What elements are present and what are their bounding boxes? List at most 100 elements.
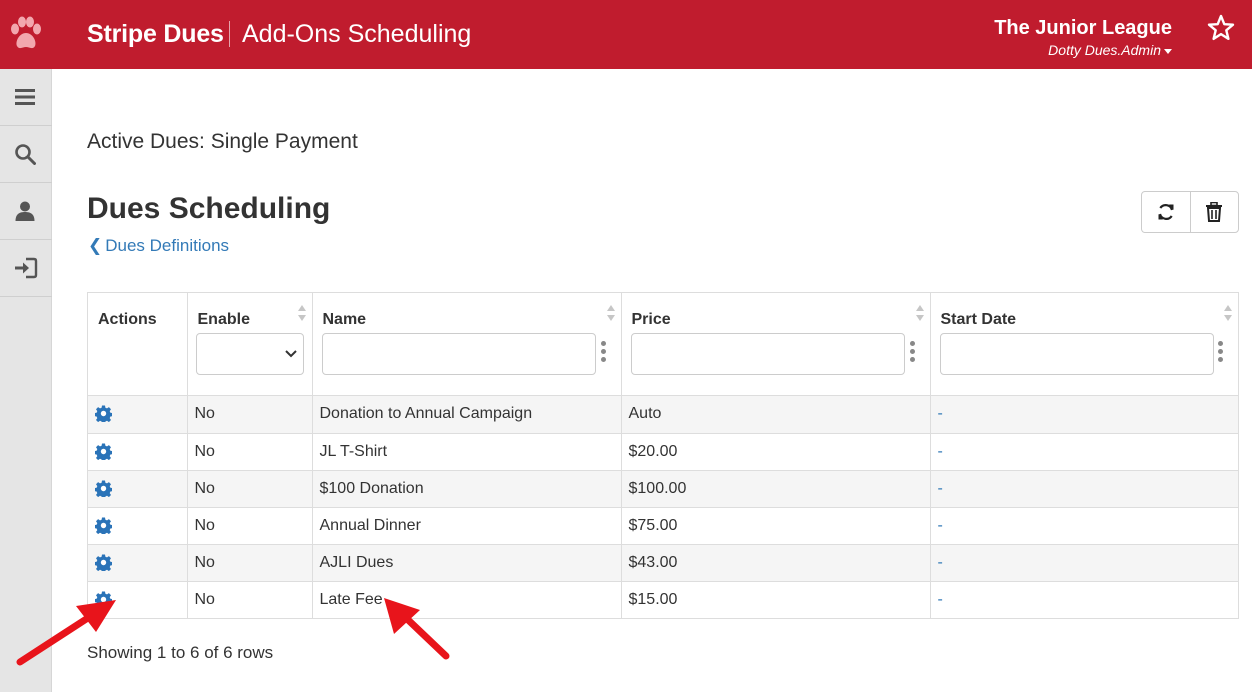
table-row: No AJLI Dues $43.00-: [88, 544, 1238, 582]
name-cell: $100 Donation: [312, 470, 622, 508]
price-cell: $43.00: [621, 544, 931, 582]
chevron-left-icon: ❮: [88, 236, 103, 255]
gear-icon[interactable]: [94, 480, 113, 499]
start-date-cell: -: [930, 395, 1238, 434]
back-to-dues-definitions-link[interactable]: ❮ Dues Definitions: [88, 236, 229, 256]
enable-filter-select[interactable]: [195, 333, 304, 375]
price-cell: $15.00: [621, 581, 931, 618]
column-header-actions: Actions: [88, 293, 188, 396]
column-label: Name: [322, 311, 367, 328]
actions-cell: [88, 544, 188, 582]
name-cell: Late Fee: [312, 581, 622, 618]
gear-icon[interactable]: [94, 443, 113, 462]
trash-icon: [1206, 202, 1223, 222]
actions-cell: [88, 581, 188, 618]
actions-cell: [88, 470, 188, 508]
price-cell: Auto: [621, 395, 931, 434]
gear-icon[interactable]: [94, 554, 113, 573]
active-dues-subtitle: Active Dues: Single Payment: [87, 130, 358, 153]
name-cell: JL T-Shirt: [312, 433, 622, 471]
column-label: Start Date: [940, 311, 1017, 328]
start-date-cell: -: [930, 433, 1238, 471]
start-date-filter-input[interactable]: [939, 333, 1214, 375]
sidebar-logout-button[interactable]: [0, 240, 52, 297]
column-label: Price: [631, 311, 671, 328]
enable-cell: No: [187, 433, 313, 471]
sidebar-search-button[interactable]: [0, 126, 52, 183]
gear-icon[interactable]: [94, 591, 113, 610]
table-row: No Late Fee $15.00-: [88, 581, 1238, 618]
start-date-cell: -: [930, 581, 1238, 618]
kebab-menu-icon[interactable]: [600, 341, 607, 365]
user-name: Dotty Dues.Admin: [1048, 42, 1161, 58]
star-icon[interactable]: [1206, 13, 1236, 43]
sort-icon[interactable]: [915, 305, 924, 323]
name-filter-input[interactable]: [321, 333, 596, 375]
start-date-link[interactable]: -: [938, 591, 943, 608]
pagination-info: Showing 1 to 6 of 6 rows: [87, 643, 274, 662]
user-menu[interactable]: Dotty Dues.Admin: [1048, 42, 1172, 58]
app-name[interactable]: Stripe Dues: [87, 20, 224, 49]
sidebar-profile-button[interactable]: [0, 183, 52, 240]
start-date-cell: -: [930, 544, 1238, 582]
start-date-link[interactable]: -: [938, 480, 943, 497]
search-icon: [15, 144, 36, 165]
gear-icon[interactable]: [94, 517, 113, 536]
sign-out-icon: [15, 257, 38, 279]
enable-cell: No: [187, 470, 313, 508]
section-title: Dues Scheduling: [87, 192, 331, 225]
name-cell: Annual Dinner: [312, 507, 622, 545]
start-date-link[interactable]: -: [938, 517, 943, 534]
kebab-menu-icon[interactable]: [1218, 341, 1224, 365]
kebab-menu-icon[interactable]: [909, 341, 916, 365]
actions-cell: [88, 507, 188, 545]
actions-cell: [88, 433, 188, 471]
name-cell: Donation to Annual Campaign: [312, 395, 622, 434]
table-body: No Donation to Annual Campaign Auto - No JL T…: [88, 395, 1238, 618]
price-cell: $100.00: [621, 470, 931, 508]
header-divider: [229, 21, 230, 47]
column-header-price[interactable]: Price: [621, 293, 931, 396]
top-bar: Stripe Dues Add-Ons Scheduling The Junio…: [0, 0, 1252, 69]
start-date-link[interactable]: -: [938, 443, 943, 460]
delete-button[interactable]: [1189, 192, 1239, 232]
start-date-link[interactable]: -: [938, 405, 943, 422]
sort-icon[interactable]: [1224, 305, 1232, 323]
start-date-cell: -: [930, 470, 1238, 508]
column-header-enable[interactable]: Enable: [187, 293, 313, 396]
column-header-start-date[interactable]: Start Date: [930, 293, 1238, 396]
refresh-button[interactable]: [1142, 192, 1190, 232]
caret-down-icon: [1164, 48, 1172, 54]
start-date-cell: -: [930, 507, 1238, 545]
sort-icon[interactable]: [606, 305, 615, 323]
sort-icon[interactable]: [297, 305, 306, 323]
price-filter-input[interactable]: [630, 333, 905, 375]
table-row: No Annual Dinner $75.00-: [88, 507, 1238, 545]
dues-scheduling-table: Actions Enable Name Price Start Date No …: [87, 292, 1239, 619]
page-title: Add-Ons Scheduling: [242, 20, 472, 48]
gear-icon[interactable]: [94, 405, 113, 424]
table-row: No $100 Donation $100.00-: [88, 470, 1238, 508]
enable-cell: No: [187, 395, 313, 434]
column-label: Enable: [197, 311, 250, 328]
name-cell: AJLI Dues: [312, 544, 622, 582]
enable-cell: No: [187, 507, 313, 545]
back-link-label: Dues Definitions: [105, 236, 230, 255]
sidebar-menu-button[interactable]: [0, 69, 52, 126]
start-date-link[interactable]: -: [938, 554, 943, 571]
paw-icon[interactable]: [9, 14, 43, 54]
sidebar: [0, 69, 52, 692]
hamburger-icon: [15, 89, 35, 105]
column-label: Actions: [98, 311, 157, 328]
column-header-name[interactable]: Name: [312, 293, 622, 396]
enable-cell: No: [187, 544, 313, 582]
refresh-icon: [1158, 204, 1174, 220]
toolbar: [1141, 191, 1239, 233]
table-row: No JL T-Shirt $20.00-: [88, 433, 1238, 471]
actions-cell: [88, 395, 188, 434]
chevron-down-icon: [284, 350, 297, 358]
price-cell: $20.00: [621, 433, 931, 471]
table-row: No Donation to Annual Campaign Auto -: [88, 395, 1238, 434]
user-icon: [15, 201, 35, 221]
enable-cell: No: [187, 581, 313, 618]
